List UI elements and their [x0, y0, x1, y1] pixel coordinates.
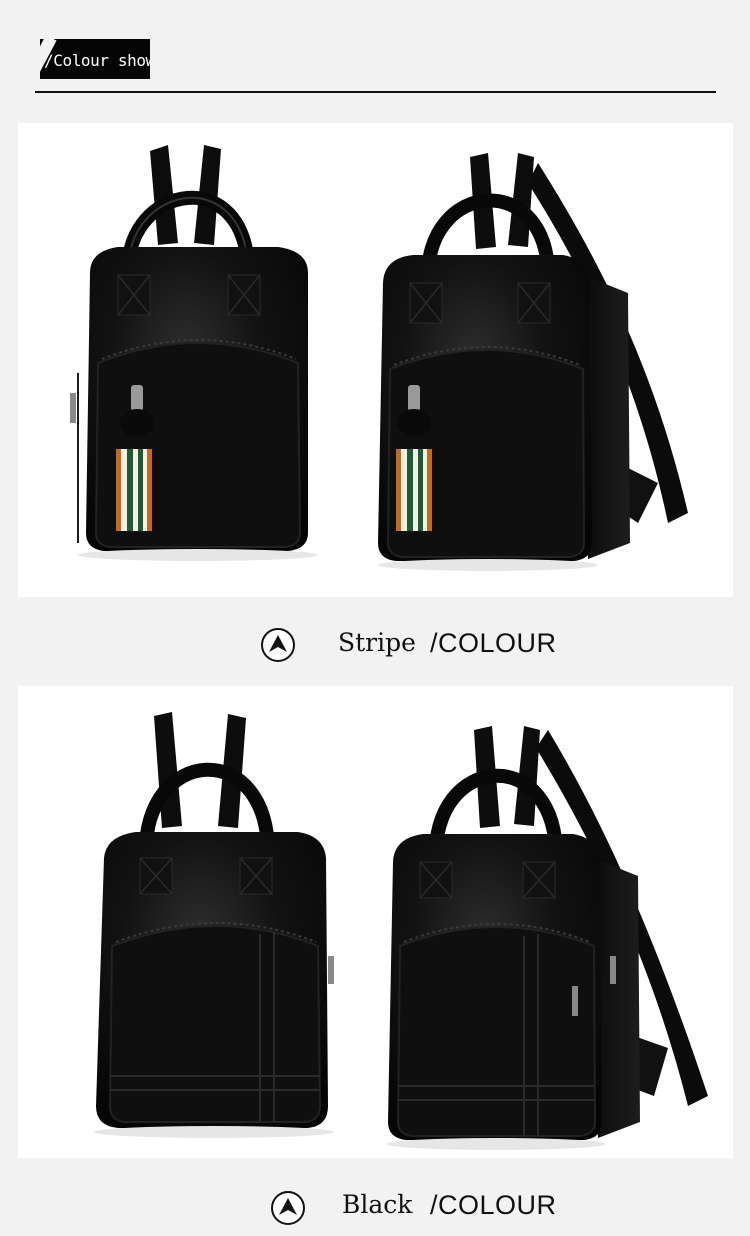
backpack-stripe-angle-image	[378, 153, 688, 571]
backpack-black-angle-image	[386, 726, 708, 1150]
product-image-panel-black	[18, 686, 733, 1158]
color-suffix-label: /COLOUR	[430, 628, 557, 658]
circle-up-arrow-icon	[261, 628, 295, 662]
header-divider	[35, 91, 716, 93]
product-image-panel-stripe	[18, 123, 733, 597]
section-title-badge: /Colour show	[40, 39, 150, 79]
color-caption-black: Black /COLOUR	[0, 1182, 750, 1232]
backpack-stripe-front-image	[70, 145, 318, 561]
circle-up-arrow-icon	[271, 1191, 305, 1225]
section-title: /Colour show	[44, 51, 150, 70]
color-suffix-label: /COLOUR	[430, 1190, 557, 1220]
color-caption-stripe: Stripe /COLOUR	[0, 620, 750, 670]
color-name-label: Stripe	[338, 628, 416, 657]
backpack-black-front-image	[94, 712, 334, 1138]
color-name-label: Black	[342, 1190, 413, 1219]
